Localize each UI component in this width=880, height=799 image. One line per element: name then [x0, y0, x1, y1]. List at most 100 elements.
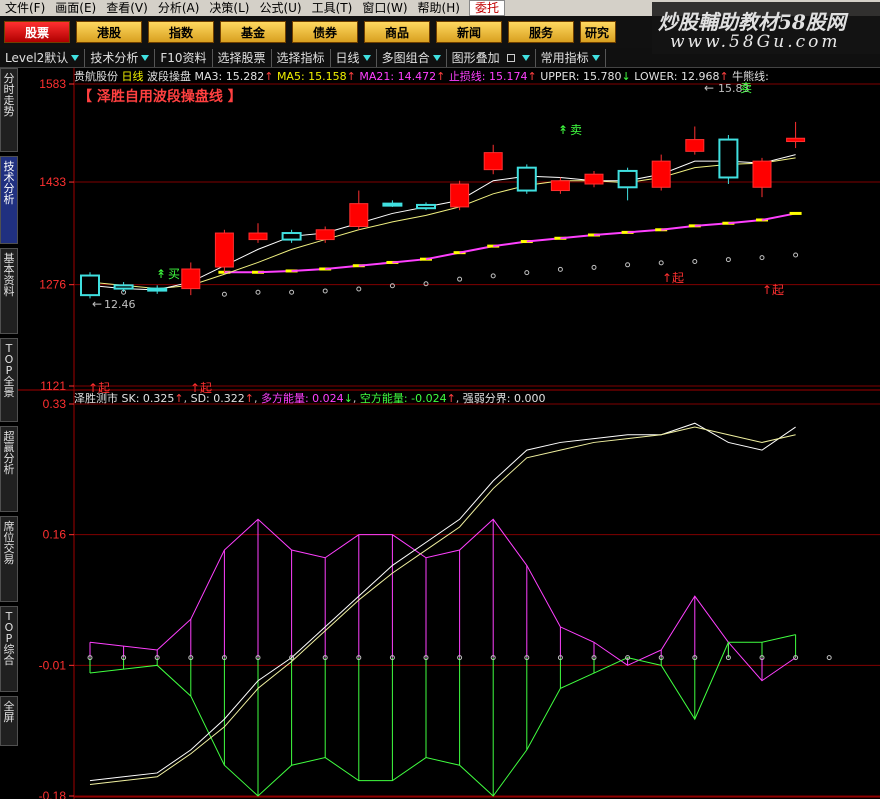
market-tab-8[interactable]: 研究 [580, 21, 616, 43]
market-tab-6[interactable]: 新闻 [436, 21, 502, 43]
menu-item-1[interactable]: 画面(E) [50, 0, 101, 16]
market-tab-0[interactable]: 股票 [4, 21, 70, 43]
ma5-value: MA5: 15.158 [276, 70, 347, 83]
dropdown-arrow-icon[interactable] [591, 54, 600, 61]
support-dot [524, 270, 530, 276]
rise-signal-label: 起 [672, 271, 684, 285]
divide-value: 强弱分界: 0.000 [462, 392, 546, 405]
buy-signal-label: 买 [168, 267, 180, 281]
candle-body-down [718, 138, 739, 179]
side-tab-5[interactable]: 席位交易 [0, 516, 18, 602]
support-dot [692, 259, 698, 265]
kline-chart[interactable]: 15831433127611210.330.16-0.01-0.18↟ 买↟ 卖← 1… [18, 68, 880, 799]
stop-loss-value: 止损线: 15.174 [448, 70, 528, 83]
side-tab-4[interactable]: 超赢分析 [0, 426, 18, 512]
support-dot [658, 260, 664, 266]
market-tab-4[interactable]: 债券 [292, 21, 358, 43]
sell-arrow-icon: ↟ [558, 123, 568, 137]
main-y-label: 1433 [39, 175, 66, 189]
toolbar-item-1[interactable]: 技术分析 [85, 48, 156, 67]
sub-y-label: -0.01 [39, 658, 67, 672]
low-price-label: 12.46 [104, 298, 136, 311]
menu-item-5[interactable]: 公式(U) [254, 0, 306, 16]
menu-item-4[interactable]: 决策(L) [204, 0, 254, 16]
candle-body-up [786, 137, 806, 143]
sk-line [89, 422, 796, 782]
candle-body-up [685, 139, 705, 152]
bull-energy-value: 多方能量: 0.024 [260, 392, 344, 405]
support-dot [322, 288, 328, 294]
candle-body-up [248, 232, 268, 241]
candle-body-down [516, 166, 537, 192]
buy-arrow-icon: ↟ [156, 267, 166, 281]
stock-name: 贵航股份 [74, 70, 118, 83]
rise-arrow-icon: ↑ [762, 283, 772, 297]
toolbar-item-label: 常用指标 [540, 50, 589, 65]
toolbar-item-7[interactable]: 图形叠加 [447, 48, 536, 67]
candle-body-up [550, 180, 570, 192]
side-tab-2[interactable]: 基本资料 [0, 248, 18, 334]
side-tab-0[interactable]: 分时走势 [0, 68, 18, 152]
candle-body-down [80, 274, 100, 297]
side-tab-1[interactable]: 技术分析 [0, 156, 18, 244]
toolbar-item-3[interactable]: 选择股票 [213, 48, 272, 67]
candle-body-up [214, 232, 234, 268]
market-tab-1[interactable]: 港股 [76, 21, 142, 43]
side-tab-bar: 分时走势技术分析基本资料 TOP全景超赢分析席位交易 TOP综合全屏 [0, 68, 18, 799]
ma21-value: MA21: 14.472 [359, 70, 437, 83]
menu-item-0[interactable]: 文件(F) [0, 0, 50, 16]
market-tab-3[interactable]: 基金 [220, 21, 286, 43]
toolbar-item-8[interactable]: 常用指标 [536, 48, 606, 67]
candle-body-down [281, 232, 302, 241]
menu-item-6[interactable]: 工具(T) [307, 0, 358, 16]
candle-body-up [651, 160, 671, 188]
market-tab-2[interactable]: 指数 [148, 21, 214, 43]
support-dot [557, 266, 563, 272]
dropdown-arrow-icon[interactable] [141, 54, 150, 61]
toolbar-item-label: 选择股票 [217, 50, 266, 65]
toolbar-item-4[interactable]: 选择指标 [272, 48, 331, 67]
side-tab-3[interactable]: TOP全景 [0, 338, 18, 422]
candle-body-up [584, 173, 604, 185]
support-dot [356, 286, 362, 292]
chart-area: 1583 1433 1276 1121 0.33 0.16 -0.01 -0.18 ↟ 买 ↟ 卖 ← 1… [18, 68, 880, 799]
toolbar-item-0[interactable]: Level2默认 [0, 48, 86, 67]
main-y-label: 1583 [39, 77, 66, 91]
sell-signal-label: 卖 [570, 123, 582, 137]
rise-signal-label: 起 [772, 283, 784, 297]
toolbar-item-5[interactable]: 日线 [331, 48, 377, 67]
toolbar-item-2[interactable]: F10资料 [155, 48, 213, 67]
toolbar-item-6[interactable]: 多图组合 [377, 48, 447, 67]
support-dot [457, 276, 463, 282]
candle-body-up [315, 229, 335, 241]
market-tab-7[interactable]: 服务 [508, 21, 574, 43]
support-dot [490, 273, 496, 279]
sub-indicator-info: 泽胜测市 SK: 0.325↑, SD: 0.322↑, 多方能量: 0.024… [74, 392, 546, 405]
lock-icon[interactable] [506, 53, 515, 62]
dropdown-arrow-icon[interactable] [521, 54, 530, 61]
menu-item-2[interactable]: 查看(V) [101, 0, 153, 16]
menu-item-7[interactable]: 窗口(W) [357, 0, 412, 16]
indicator-name: 波段操盘 [147, 70, 191, 83]
candle-body-up [181, 268, 201, 290]
sub-y-label: 0.33 [43, 397, 67, 411]
menu-item-3[interactable]: 分析(A) [153, 0, 205, 16]
side-tab-6[interactable]: TOP综合 [0, 606, 18, 692]
upper-value: UPPER: 15.780 [540, 70, 622, 83]
support-dot [625, 262, 631, 268]
market-tab-5[interactable]: 商品 [364, 21, 430, 43]
toolbar-item-label: 多图组合 [381, 50, 430, 65]
watermark: 炒股輔助教材58股网 www.58Gu.com [652, 2, 880, 54]
main-title: 【 泽胜自用波段操盘线 】 [78, 89, 242, 105]
side-tab-7[interactable]: 全屏 [0, 696, 18, 746]
entrust-button[interactable]: 委托 [468, 0, 505, 16]
support-dot [725, 257, 731, 263]
dropdown-arrow-icon[interactable] [71, 54, 80, 61]
candle-body-up [483, 152, 503, 171]
toolbar-item-label: Level2默认 [5, 50, 69, 65]
menu-item-8[interactable]: 帮助(H) [413, 0, 465, 16]
dropdown-arrow-icon[interactable] [362, 54, 371, 61]
main-y-label: 1276 [39, 278, 66, 292]
rise-arrow-icon: ↑ [662, 271, 672, 285]
dropdown-arrow-icon[interactable] [432, 54, 441, 61]
